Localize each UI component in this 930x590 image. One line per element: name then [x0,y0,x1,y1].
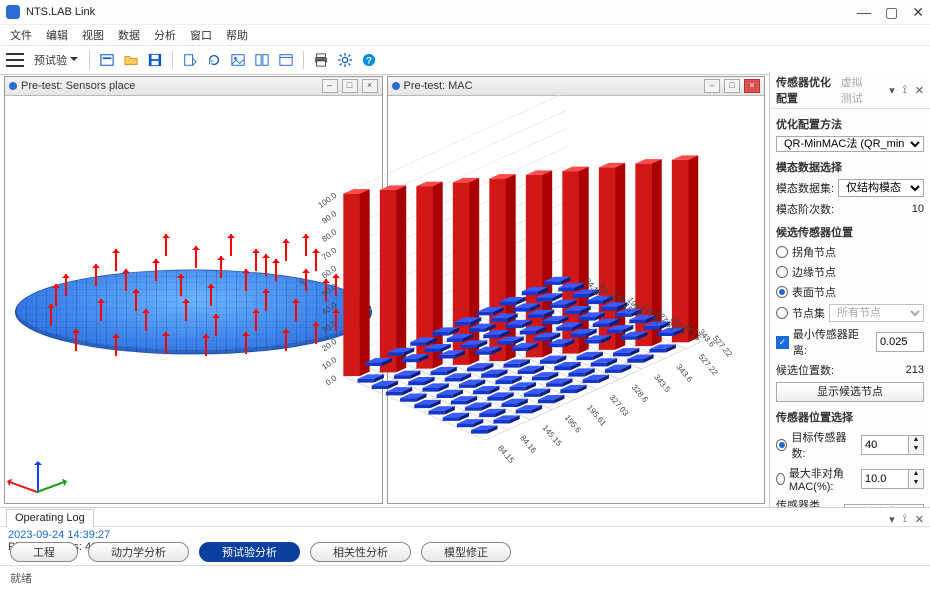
image-icon[interactable] [228,50,248,70]
menu-help[interactable]: 帮助 [226,27,248,43]
menu-window[interactable]: 窗口 [190,27,212,43]
menu-data[interactable]: 数据 [118,27,140,43]
menu-file[interactable]: 文件 [10,27,32,43]
svg-text:0.0: 0.0 [324,373,339,387]
menubar: 文件 编辑 视图 数据 分析 窗口 帮助 [0,25,930,46]
log-close-icon[interactable]: ✕ [915,513,924,526]
menu-edit[interactable]: 编辑 [46,27,68,43]
toolbar: 预试验 ? [0,46,930,75]
svg-text:50.0: 50.0 [320,282,338,299]
bottom-tab-3[interactable]: 相关性分析 [310,542,411,562]
refresh-icon[interactable] [204,50,224,70]
bottom-tabs: 工程动力学分析预试验分析相关性分析模型修正 [10,542,511,562]
maximize-icon[interactable]: ▢ [885,4,898,21]
minimize-icon[interactable]: — [857,4,871,21]
export-icon[interactable] [180,50,200,70]
open-folder-icon[interactable] [121,50,141,70]
svg-text:70.0: 70.0 [320,245,338,262]
svg-text:328.6: 328.6 [630,383,650,405]
bottom-tab-4[interactable]: 模型修正 [421,542,511,562]
window-title: NTS.LAB Link [26,6,857,18]
browse-icon[interactable] [97,50,117,70]
svg-text:90.0: 90.0 [320,209,338,226]
window-icon[interactable] [276,50,296,70]
svg-text:20.0: 20.0 [320,337,338,354]
help-icon[interactable]: ? [359,50,379,70]
log-header: Operating Log ▾ ⟟ ✕ [0,508,930,527]
titlebar: NTS.LAB Link — ▢ ✕ [0,0,930,25]
menu-analysis[interactable]: 分析 [154,27,176,43]
save-icon[interactable] [145,50,165,70]
menu-view[interactable]: 视图 [82,27,104,43]
svg-text:195.61: 195.61 [585,403,608,428]
status-text: 就绪 [10,570,32,586]
svg-text:343.6: 343.6 [674,363,694,385]
print-icon[interactable] [311,50,331,70]
app-icon [6,5,20,19]
close-icon[interactable]: ✕ [912,4,924,21]
svg-text:%: % [299,278,306,287]
main-area: Pre-test: Sensors place – □ × Pre-test: … [0,72,930,508]
columns-icon[interactable] [252,50,272,70]
pretest-dropdown[interactable]: 预试验 [34,52,78,68]
svg-text:30.0: 30.0 [320,318,338,335]
svg-text:84.15: 84.15 [496,444,516,466]
workspace: Pre-test: Sensors place – □ × Pre-test: … [0,72,769,508]
svg-text:527.22: 527.22 [697,352,720,377]
log-timestamp: 2023-09-24 14:39:27 [8,529,922,541]
bottombar: 就绪 [0,565,930,590]
bottom-tab-2[interactable]: 预试验分析 [199,542,300,562]
svg-text:327.03: 327.03 [607,393,630,418]
nodeset-select: 所有节点 [829,304,924,322]
bottom-tab-0[interactable]: 工程 [10,542,78,562]
svg-text:10.0: 10.0 [320,355,338,372]
log-tab[interactable]: Operating Log [6,509,94,527]
mac-viewport[interactable]: 0.010.020.030.040.050.060.070.080.090.01… [0,72,930,508]
log-dropdown-icon[interactable]: ▾ [889,513,895,526]
svg-text:145.15: 145.15 [541,423,564,448]
hamburger-icon[interactable] [6,53,24,67]
svg-text:343.5: 343.5 [652,373,672,395]
svg-text:100.0: 100.0 [317,191,339,210]
svg-text:84.16: 84.16 [518,434,538,456]
svg-text:80.0: 80.0 [320,227,338,244]
window-controls: — ▢ ✕ [857,4,924,21]
bottom-tab-1[interactable]: 动力学分析 [88,542,189,562]
panel-mac: Pre-test: MAC – □ × 0.010.020.030.040.05… [387,76,766,504]
gear-icon[interactable] [335,50,355,70]
svg-text:195.6: 195.6 [563,413,583,435]
log-pin-icon[interactable]: ⟟ [903,513,907,526]
svg-text:?: ? [366,56,372,67]
svg-text:60.0: 60.0 [320,264,338,281]
svg-text:527.22: 527.22 [711,334,734,359]
svg-text:40.0: 40.0 [320,300,338,317]
